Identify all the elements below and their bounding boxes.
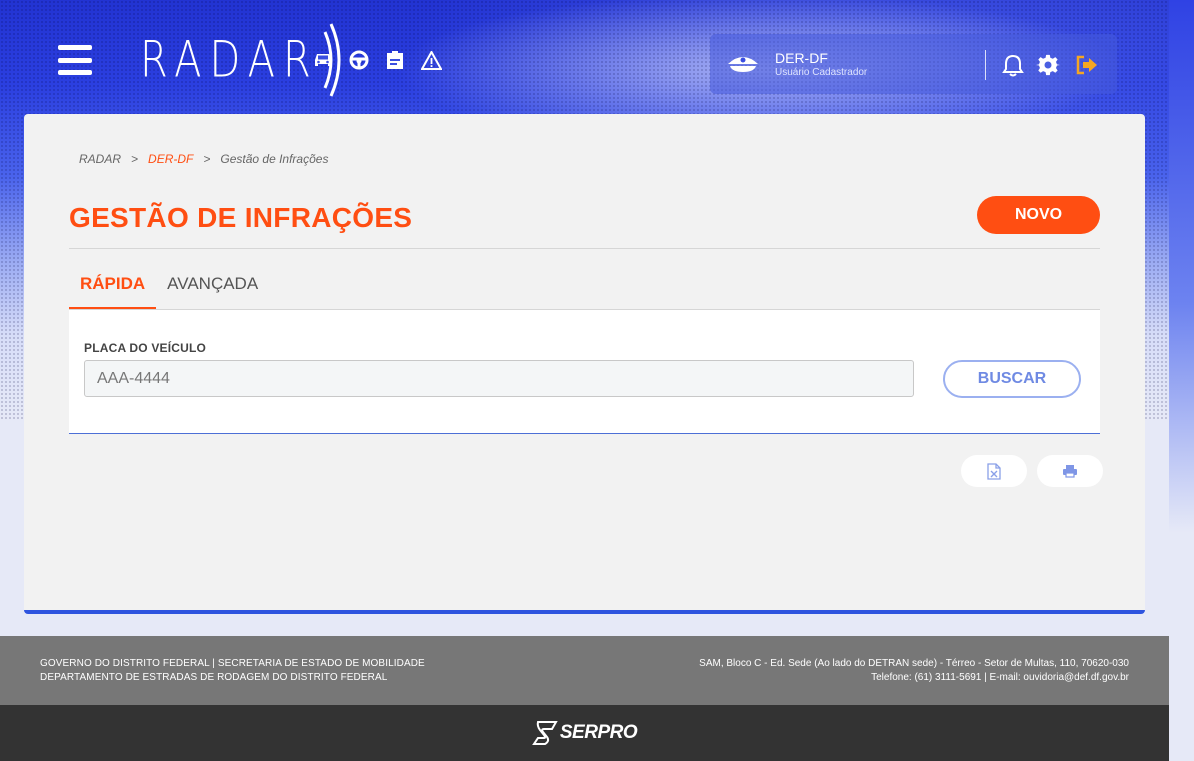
quick-search-panel: PLACA DO VEÍCULO BUSCAR (69, 310, 1100, 434)
module-icons (312, 49, 442, 71)
tab-avancada[interactable]: AVANÇADA (156, 264, 269, 310)
user-name: DER-DF (775, 50, 828, 66)
footer-brand-bar: SERPRO (0, 705, 1169, 761)
warning-icon[interactable] (420, 49, 442, 71)
tab-rapida[interactable]: RÁPIDA (69, 264, 157, 310)
footer-gov-line: GOVERNO DO DISTRITO FEDERAL | SECRETARIA… (40, 658, 425, 669)
search-button[interactable]: BUSCAR (943, 360, 1081, 398)
print-button[interactable] (1037, 455, 1103, 487)
logout-icon[interactable] (1074, 52, 1100, 78)
steering-wheel-icon[interactable] (348, 49, 370, 71)
notice-icon[interactable] (384, 49, 406, 71)
footer-contact: Telefone: (61) 3111-5691 | E-mail: ouvid… (871, 672, 1129, 683)
page-title: GESTÃO DE INFRAÇÕES (69, 202, 413, 233)
officer-cap-icon (728, 57, 758, 72)
serpro-mark-icon (532, 721, 558, 745)
menu-bar (58, 70, 92, 75)
main-card: RADAR > DER-DF > Gestão de Infrações GES… (24, 114, 1145, 614)
serpro-text: SERPRO (559, 722, 638, 743)
hamburger-menu-button[interactable] (58, 45, 92, 75)
search-tabs: RÁPIDA AVANÇADA (69, 264, 269, 310)
bell-icon[interactable] (1000, 52, 1026, 78)
plate-input[interactable] (84, 360, 914, 397)
footer-dept-line: DEPARTAMENTO DE ESTRADAS DE RODAGEM DO D… (40, 672, 388, 683)
print-icon (1063, 465, 1077, 478)
user-panel: DER-DF Usuário Cadastrador (710, 34, 1117, 94)
footer-info: GOVERNO DO DISTRITO FEDERAL | SECRETARIA… (0, 636, 1169, 705)
breadcrumb-item-der-df[interactable]: DER-DF (148, 152, 193, 166)
breadcrumb-separator: > (131, 152, 139, 166)
menu-bar (58, 45, 92, 50)
new-button[interactable]: NOVO (977, 196, 1100, 234)
export-excel-button[interactable] (961, 455, 1027, 487)
excel-icon (987, 462, 1001, 480)
serpro-logo: SERPRO (532, 720, 638, 746)
plate-field-label: PLACA DO VEÍCULO (84, 341, 207, 355)
breadcrumb-item-current: Gestão de Infrações (220, 152, 329, 166)
gear-icon[interactable] (1035, 52, 1061, 78)
footer-address: SAM, Bloco C - Ed. Sede (Ao lado do DETR… (699, 658, 1129, 669)
menu-bar (58, 57, 92, 63)
user-role: Usuário Cadastrador (775, 67, 868, 78)
breadcrumb-separator: > (203, 152, 211, 166)
breadcrumb: RADAR > DER-DF > Gestão de Infrações (79, 152, 328, 166)
car-icon[interactable] (312, 49, 334, 71)
footer-right: SAM, Bloco C - Ed. Sede (Ao lado do DETR… (699, 657, 1129, 685)
title-divider (69, 248, 1100, 249)
user-divider (985, 50, 986, 80)
footer-left: GOVERNO DO DISTRITO FEDERAL | SECRETARIA… (40, 657, 425, 685)
page-side-background (1169, 0, 1194, 761)
logo-text: RADAR (140, 31, 319, 89)
breadcrumb-item-radar[interactable]: RADAR (79, 152, 121, 166)
